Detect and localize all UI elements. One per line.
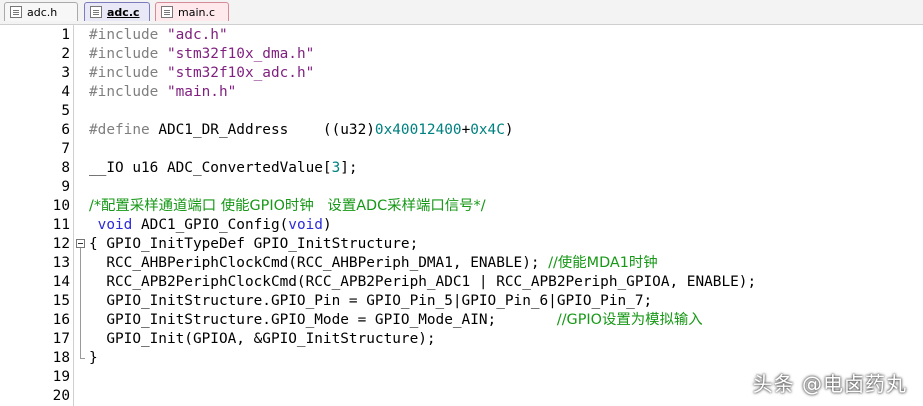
code-text: GPIO_InitStructure.GPIO_Mode = GPIO_Mode… <box>89 312 557 328</box>
line-number: 20 <box>52 388 70 404</box>
tab-adc-h[interactable]: adc.h <box>4 2 78 21</box>
comment: /*配置采样通道端口 使能GPIO时钟 设置ADC采样端口信号*/ <box>89 198 486 214</box>
preprocessor-directive: #include <box>89 65 159 81</box>
code-text: __IO u16 ADC_ConvertedValue[ <box>89 160 332 176</box>
code-text: ) <box>504 122 514 138</box>
code-line: 12 { GPIO_InitTypeDef GPIO_InitStructure; <box>0 235 923 254</box>
line-number: 1 <box>61 27 70 43</box>
fold-collapse-icon[interactable] <box>76 239 85 248</box>
fold-guide-line <box>80 248 81 359</box>
line-number: 7 <box>61 141 70 157</box>
line-number: 13 <box>52 255 70 271</box>
preprocessor-directive: #include <box>89 27 159 43</box>
tab-label: adc.c <box>107 6 140 19</box>
comment: //GPIO设置为模拟输入 <box>556 312 703 328</box>
code-line: 5 <box>0 102 923 121</box>
number-literal: 0x40012400 <box>374 122 462 138</box>
code-line: 2 #include "stm32f10x_dma.h" <box>0 45 923 64</box>
tab-main-c[interactable]: main.c <box>155 2 229 21</box>
line-number: 11 <box>52 217 70 233</box>
preprocessor-directive: #define <box>89 122 150 138</box>
code-text: + <box>461 122 471 138</box>
code-line: 11 void ADC1_GPIO_Config(void) <box>0 216 923 235</box>
string-literal: "stm32f10x_dma.h" <box>166 46 315 62</box>
code-text: } <box>89 350 98 366</box>
code-text: ADC1_GPIO_Config( <box>132 217 289 233</box>
line-number: 10 <box>52 198 70 214</box>
file-icon <box>161 6 173 18</box>
code-line: 17 GPIO_Init(GPIOA, &GPIO_InitStructure)… <box>0 330 923 349</box>
code-text: GPIO_InitStructure.GPIO_Pin = GPIO_Pin_5… <box>89 293 653 309</box>
code-text: GPIO_Init(GPIOA, &GPIO_InitStructure); <box>89 331 436 347</box>
comment: //使能MDA1时钟 <box>548 255 658 271</box>
code-line: 8 __IO u16 ADC_ConvertedValue[3]; <box>0 159 923 178</box>
preprocessor-directive: #include <box>89 84 159 100</box>
code-line: 4 #include "main.h" <box>0 83 923 102</box>
code-text: ADC1_DR_Address ((u32) <box>149 122 375 138</box>
line-number: 5 <box>61 103 70 119</box>
file-icon <box>90 6 102 18</box>
line-number: 15 <box>52 293 70 309</box>
code-text: ]; <box>340 160 358 176</box>
tab-adc-c[interactable]: adc.c <box>84 2 150 21</box>
code-line: 14 RCC_APB2PeriphClockCmd(RCC_APB2Periph… <box>0 273 923 292</box>
line-number: 3 <box>61 65 70 81</box>
tab-label: adc.h <box>27 6 58 19</box>
line-number: 17 <box>52 331 70 347</box>
line-number: 6 <box>61 122 70 138</box>
code-line: 13 RCC_AHBPeriphClockCmd(RCC_AHBPeriph_D… <box>0 254 923 273</box>
code-line: 15 GPIO_InitStructure.GPIO_Pin = GPIO_Pi… <box>0 292 923 311</box>
editor-tab-bar: adc.h adc.c main.c <box>0 0 923 25</box>
line-number: 4 <box>61 84 70 100</box>
preprocessor-directive: #include <box>89 46 159 62</box>
code-line: 3 #include "stm32f10x_adc.h" <box>0 64 923 83</box>
string-literal: "stm32f10x_adc.h" <box>166 65 315 81</box>
code-text: ) <box>322 217 332 233</box>
number-literal: 3 <box>331 160 341 176</box>
keyword: void <box>288 217 323 233</box>
line-number: 9 <box>61 179 70 195</box>
file-icon <box>10 6 22 18</box>
line-number: 2 <box>61 46 70 62</box>
number-literal: 0x4C <box>470 122 505 138</box>
code-text: RCC_AHBPeriphClockCmd(RCC_AHBPeriph_DMA1… <box>89 255 549 271</box>
code-text: RCC_APB2PeriphClockCmd(RCC_APB2Periph_AD… <box>89 274 757 290</box>
code-line: 1 #include "adc.h" <box>0 26 923 45</box>
watermark-text: 头条 @电卤药丸 <box>752 372 907 396</box>
string-literal: "main.h" <box>166 84 237 100</box>
code-line: 6 #define ADC1_DR_Address ((u32)0x4001240… <box>0 121 923 140</box>
line-number: 18 <box>52 350 70 366</box>
line-number: 19 <box>52 369 70 385</box>
fold-guide-end <box>80 358 85 359</box>
code-line: 7 <box>0 140 923 159</box>
tab-label: main.c <box>178 6 216 19</box>
keyword: void <box>97 217 133 233</box>
line-number: 8 <box>61 160 70 176</box>
code-line: 9 <box>0 178 923 197</box>
code-line: 16 GPIO_InitStructure.GPIO_Mode = GPIO_M… <box>0 311 923 330</box>
line-number: 16 <box>52 312 70 328</box>
line-number: 12 <box>52 236 70 252</box>
code-line: 10 /*配置采样通道端口 使能GPIO时钟 设置ADC采样端口信号*/ <box>0 197 923 216</box>
code-text: { GPIO_InitTypeDef GPIO_InitStructure; <box>89 236 419 252</box>
line-number: 14 <box>52 274 70 290</box>
code-line: 18} <box>0 349 923 368</box>
string-literal: "adc.h" <box>166 27 228 43</box>
